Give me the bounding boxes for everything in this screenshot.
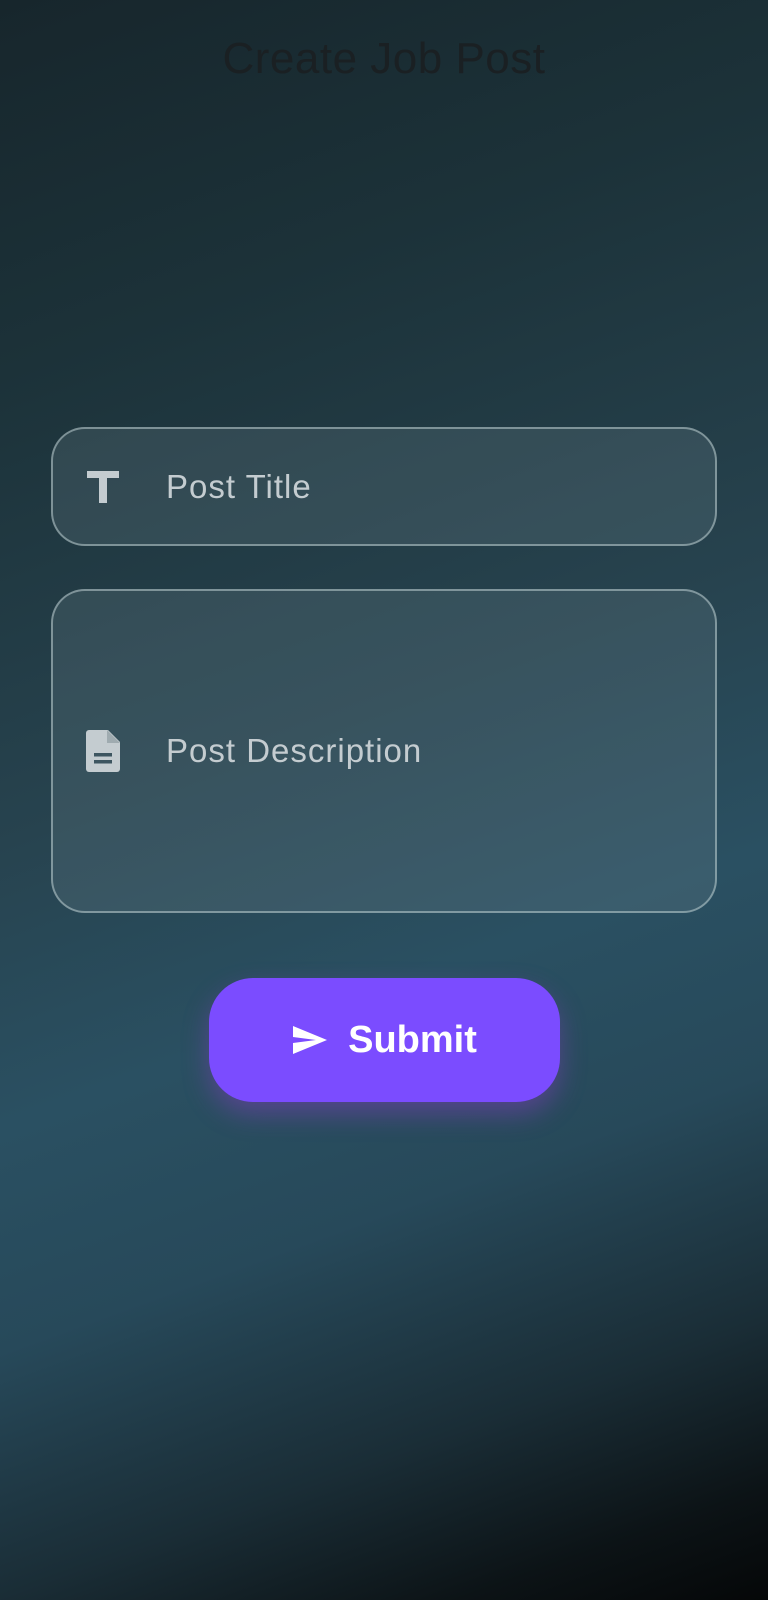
post-description-input[interactable]: Post Description — [51, 589, 717, 913]
app-screen: Create Job Post Post Title Post Descript… — [0, 0, 768, 1600]
title-icon — [84, 465, 122, 509]
submit-button[interactable]: Submit — [209, 978, 560, 1102]
post-title-input[interactable]: Post Title — [51, 427, 717, 546]
post-description-placeholder: Post Description — [166, 732, 423, 769]
post-title-placeholder: Post Title — [166, 467, 312, 505]
description-icon — [84, 729, 122, 773]
submit-label: Submit — [348, 1018, 477, 1061]
page-title: Create Job Post — [222, 34, 546, 83]
send-icon — [292, 1024, 330, 1056]
